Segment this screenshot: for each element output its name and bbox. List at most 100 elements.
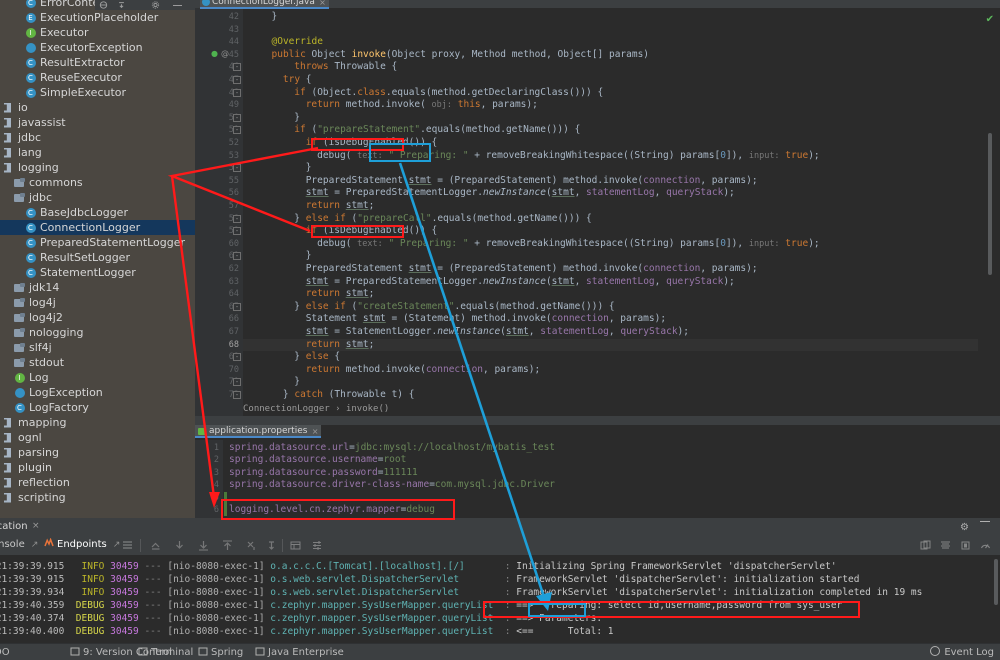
tree-item-resultsetlogger[interactable]: CResultSetLogger — [0, 250, 195, 265]
minimize-icon[interactable] — [173, 5, 182, 6]
project-tree[interactable]: CErrorContextEExecutionPlaceholderIExecu… — [0, 0, 195, 518]
scroll-to-end-icon[interactable] — [222, 540, 233, 551]
code-line[interactable]: debug( text: " Preparing: " + removeBrea… — [243, 238, 820, 251]
code-line[interactable]: if (Object.class.equals(method.getDeclar… — [243, 87, 603, 100]
console-line[interactable]: 21:39:39.915 INFO 30459 --- [nio-8080-ex… — [0, 573, 859, 586]
console-line[interactable]: 21:39:39.934 INFO 30459 --- [nio-8080-ex… — [0, 586, 922, 599]
console-output[interactable]: 21:39:39.915 INFO 30459 --- [nio-8080-ex… — [0, 555, 1000, 643]
structure-icon[interactable] — [99, 1, 108, 9]
code-line[interactable]: throws Throwable { — [243, 61, 397, 74]
clear-all-icon[interactable] — [246, 540, 257, 551]
tree-item-basejdbclogger[interactable]: CBaseJdbcLogger — [0, 205, 195, 220]
code-line[interactable]: } — [243, 11, 277, 24]
tree-item-commons[interactable]: commons — [0, 175, 195, 190]
tree-item-log4j[interactable]: log4j — [0, 295, 195, 310]
code-line[interactable]: if (isDebugEnabled()) { — [243, 137, 437, 150]
fold-marker[interactable]: - — [233, 164, 241, 172]
soft-wrap-icon[interactable] — [198, 540, 209, 551]
tree-item-parsing[interactable]: parsing — [0, 445, 195, 460]
tree-item-mapping[interactable]: mapping — [0, 415, 195, 430]
properties-line[interactable]: spring.datasource.password=111111 — [229, 467, 418, 479]
tree-item-reflection[interactable]: reflection — [0, 475, 195, 490]
table-icon[interactable] — [290, 540, 301, 551]
gear-icon[interactable] — [151, 1, 160, 9]
tree-item-javassist[interactable]: javassist — [0, 115, 195, 130]
tree-item-ognl[interactable]: ognl — [0, 430, 195, 445]
run-tab-application[interactable]: ication × — [0, 519, 44, 534]
event-log-button[interactable]: Event Log — [930, 644, 994, 660]
code-line[interactable]: Statement stmt = (Statement) method.invo… — [243, 313, 666, 326]
tree-item-slf4j[interactable]: slf4j — [0, 340, 195, 355]
layout-icon[interactable] — [920, 540, 931, 551]
statusbar-do[interactable]: DO — [0, 644, 10, 660]
print-icon[interactable] — [266, 540, 277, 551]
fold-marker[interactable]: - — [233, 303, 241, 311]
code-line[interactable]: public Object invoke(Object proxy, Metho… — [243, 49, 649, 62]
tree-item-log4j2[interactable]: log4j2 — [0, 310, 195, 325]
tree-item-plugin[interactable]: plugin — [0, 460, 195, 475]
fold-marker[interactable]: - — [233, 76, 241, 84]
statusbar-spring[interactable]: Spring — [198, 644, 243, 660]
fold-marker[interactable]: - — [233, 378, 241, 386]
console-line[interactable]: 21:39:39.915 INFO 30459 --- [nio-8080-ex… — [0, 560, 837, 573]
properties-line[interactable]: spring.datasource.username=root — [229, 454, 406, 466]
console-line[interactable]: 21:39:40.359 DEBUG 30459 --- [nio-8080-e… — [0, 599, 842, 612]
tab-console[interactable]: onsole ↗ — [0, 535, 38, 555]
fold-marker[interactable]: - — [233, 114, 241, 122]
editor-scrollbar[interactable] — [988, 133, 992, 275]
tree-item-statementlogger[interactable]: CStatementLogger — [0, 265, 195, 280]
code-editor[interactable]: 4243444546474849505152535455565758596061… — [195, 8, 1000, 416]
console-line[interactable]: 21:39:40.374 DEBUG 30459 --- [nio-8080-e… — [0, 612, 602, 625]
tree-item-stdout[interactable]: stdout — [0, 355, 195, 370]
tree-item-logfactory[interactable]: CLogFactory — [0, 400, 195, 415]
properties-line[interactable]: spring.datasource.url=jdbc:mysql://local… — [229, 442, 555, 454]
fold-marker[interactable]: - — [233, 126, 241, 134]
collapse-all-icon[interactable] — [117, 1, 126, 9]
code-line[interactable]: } else if ("createStatement".equals(meth… — [243, 301, 615, 314]
tree-item-connectionlogger[interactable]: CConnectionLogger — [0, 220, 195, 235]
properties-line[interactable]: logging.level.cn.zephyr.mapper=debug — [229, 504, 435, 516]
tree-item-log[interactable]: ILog — [0, 370, 195, 385]
list-icon[interactable] — [940, 540, 951, 551]
editor-gutter[interactable]: 4243444546474849505152535455565758596061… — [195, 8, 243, 416]
code-line[interactable]: } — [243, 376, 300, 389]
code-line[interactable]: stmt = PreparedStatementLogger.newInstan… — [243, 276, 735, 289]
fold-marker[interactable]: - — [233, 89, 241, 97]
code-line[interactable]: } catch (Throwable t) { — [243, 389, 414, 402]
scroll-up-icon[interactable] — [150, 540, 161, 551]
tree-item-jdk14[interactable]: jdk14 — [0, 280, 195, 295]
fold-marker[interactable]: - — [233, 215, 241, 223]
code-line[interactable]: } else if ("prepareCall".equals(method.g… — [243, 213, 592, 226]
code-line[interactable]: if ("prepareStatement".equals(method.get… — [243, 124, 580, 137]
code-line[interactable]: @Override — [243, 36, 323, 49]
tree-item-simpleexecutor[interactable]: CSimpleExecutor — [0, 85, 195, 100]
statusbar-terminal[interactable]: Terminal — [138, 644, 193, 660]
override-gutter-icon[interactable]: @ — [221, 49, 229, 58]
settings-list-icon[interactable] — [312, 540, 323, 551]
code-line[interactable]: } — [243, 250, 311, 263]
gear-icon[interactable]: ⚙ — [960, 522, 969, 533]
menu-icon[interactable] — [122, 540, 133, 551]
code-content[interactable]: } @Overridepublic Object invoke(Object pr… — [243, 8, 978, 416]
code-line[interactable]: } — [243, 112, 300, 125]
tree-item-jdbc[interactable]: jdbc — [0, 130, 195, 145]
code-line[interactable]: PreparedStatement stmt = (PreparedStatem… — [243, 263, 758, 276]
tab-connection-logger-java[interactable]: ConnectionLogger.java × — [200, 0, 329, 9]
scroll-down-icon[interactable] — [174, 540, 185, 551]
tree-item-executor[interactable]: IExecutor — [0, 25, 195, 40]
code-line[interactable]: stmt = StatementLogger.newInstance(stmt,… — [243, 326, 689, 339]
tree-item-resultextractor[interactable]: CResultExtractor — [0, 55, 195, 70]
console-line[interactable]: 21:39:40.400 DEBUG 30459 --- [nio-8080-e… — [0, 625, 613, 638]
gauge-icon[interactable] — [980, 540, 991, 551]
tree-item-reuseexecutor[interactable]: CReuseExecutor — [0, 70, 195, 85]
code-line[interactable]: return stmt; — [243, 288, 374, 301]
fold-marker[interactable]: - — [233, 252, 241, 260]
code-line[interactable]: return stmt; — [243, 339, 978, 352]
tree-item-logging[interactable]: logging — [0, 160, 195, 175]
run-gutter-icon[interactable]: ● — [211, 49, 218, 58]
tab-endpoints[interactable]: Endpoints ↗ — [44, 535, 120, 555]
close-icon[interactable]: × — [312, 425, 319, 438]
close-icon[interactable]: × — [319, 0, 326, 9]
tree-item-executionplaceholder[interactable]: EExecutionPlaceholder — [0, 10, 195, 25]
breadcrumb[interactable]: ConnectionLogger › invoke() — [243, 403, 389, 416]
